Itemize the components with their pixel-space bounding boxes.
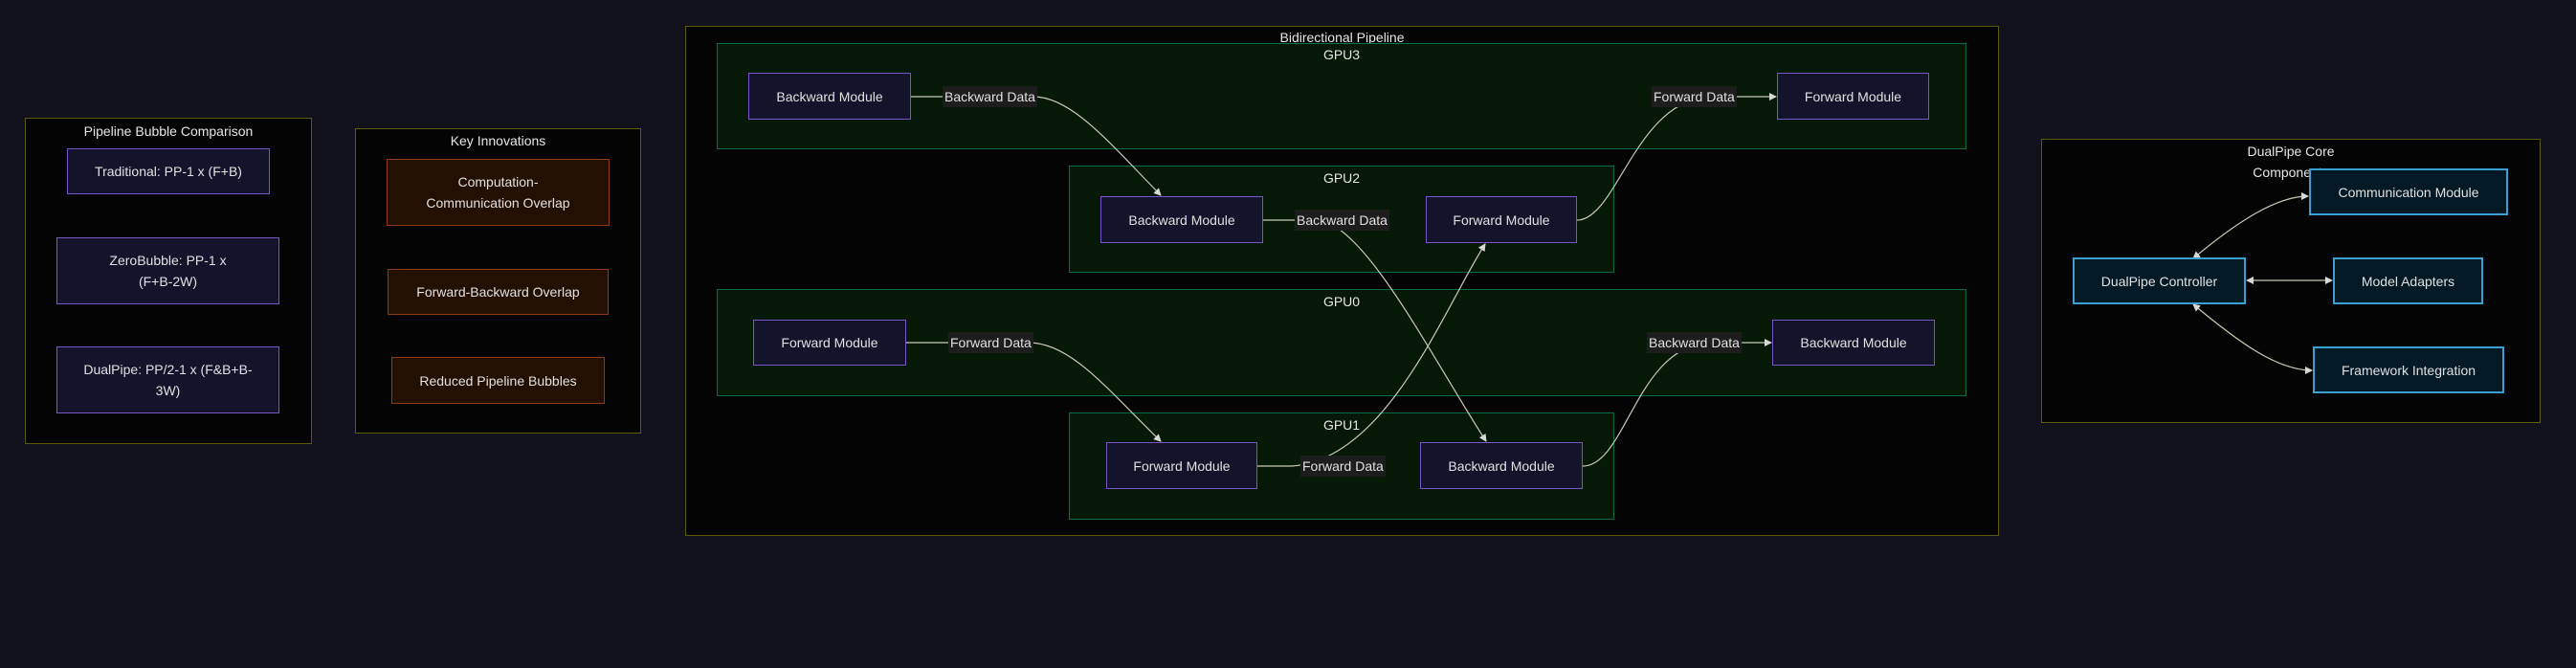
edge-label-gpu3-backward-data: Backward Data [943,86,1037,107]
edge-controller-framework [2192,303,2313,374]
edge-gpu1-forward-to-gpu2 [1257,243,1486,467]
gpu2-forward-module[interactable]: Forward Module [1426,196,1577,243]
edge-gpu0-forward-to-gpu1 [906,342,1162,442]
gpu3-backward-module[interactable]: Backward Module [748,73,911,120]
gpu3-forward-module[interactable]: Forward Module [1777,73,1929,120]
edge-gpu1-backward-to-gpu0 [1582,339,1772,467]
framework-integration-node[interactable]: Framework Integration [2313,346,2504,393]
edge-gpu3-backward-to-gpu2 [911,96,1162,196]
edge-gpu2-backward-to-gpu1 [1263,219,1487,442]
edge-controller-communication [2192,192,2309,259]
edge-label-gpu3-forward-data: Forward Data [1652,86,1737,107]
gpu0-forward-module[interactable]: Forward Module [753,320,906,366]
edge-gpu2-forward-to-gpu3 [1576,93,1777,221]
edge-label-gpu0-backward-data: Backward Data [1647,332,1742,353]
edge-label-gpu1-forward-data: Forward Data [1300,456,1386,477]
gpu2-backward-module[interactable]: Backward Module [1100,196,1263,243]
edge-label-gpu2-backward-data: Backward Data [1295,210,1389,231]
gpu1-forward-module[interactable]: Forward Module [1106,442,1257,489]
model-adapters-node[interactable]: Model Adapters [2333,257,2483,304]
gpu1-backward-module[interactable]: Backward Module [1420,442,1583,489]
dualpipe-controller-node[interactable]: DualPipe Controller [2073,257,2246,304]
edge-label-gpu0-forward-data: Forward Data [948,332,1033,353]
communication-module-node[interactable]: Communication Module [2309,168,2508,215]
gpu0-backward-module[interactable]: Backward Module [1772,320,1935,366]
edges-layer [906,93,2333,467]
